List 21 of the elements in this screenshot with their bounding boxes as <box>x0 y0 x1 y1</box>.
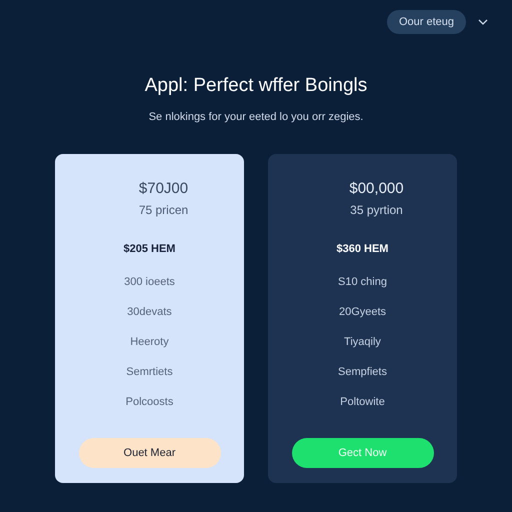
plan-price: $70J00 <box>138 179 188 200</box>
feature-text: 20Gyeets <box>338 305 386 320</box>
feature-text: Sempfiets <box>338 365 387 380</box>
feature-text: Tiyaqily <box>344 335 381 350</box>
plan-headline: $205 HEM <box>124 242 176 257</box>
plan-headline: $360 HEM <box>336 242 388 257</box>
page-subtitle: Se nlokings for your eeted lo you orr zegies. <box>148 110 364 125</box>
menu-button[interactable]: Oour eteug <box>386 10 466 34</box>
page-title: Appl: Perfect wffer Boingls <box>144 74 368 98</box>
plan-period: 75 pricen <box>138 202 188 219</box>
feature-text: Poltowite <box>340 395 385 410</box>
feature-text: Polcoosts <box>126 395 174 410</box>
feature-text: S10 ching <box>338 275 387 290</box>
feature-text: 300 ioeets <box>124 275 175 290</box>
chevron-down-icon[interactable] <box>478 19 488 25</box>
feature-text: 30devats <box>127 305 172 320</box>
plan-period: 35 pyrtion <box>350 202 403 219</box>
feature-text: Semrtiets <box>126 365 173 380</box>
plan-price: $00,000 <box>349 179 404 200</box>
plan-button[interactable]: Ouet Mear <box>78 438 220 468</box>
feature-text: Heeroty <box>130 335 169 350</box>
